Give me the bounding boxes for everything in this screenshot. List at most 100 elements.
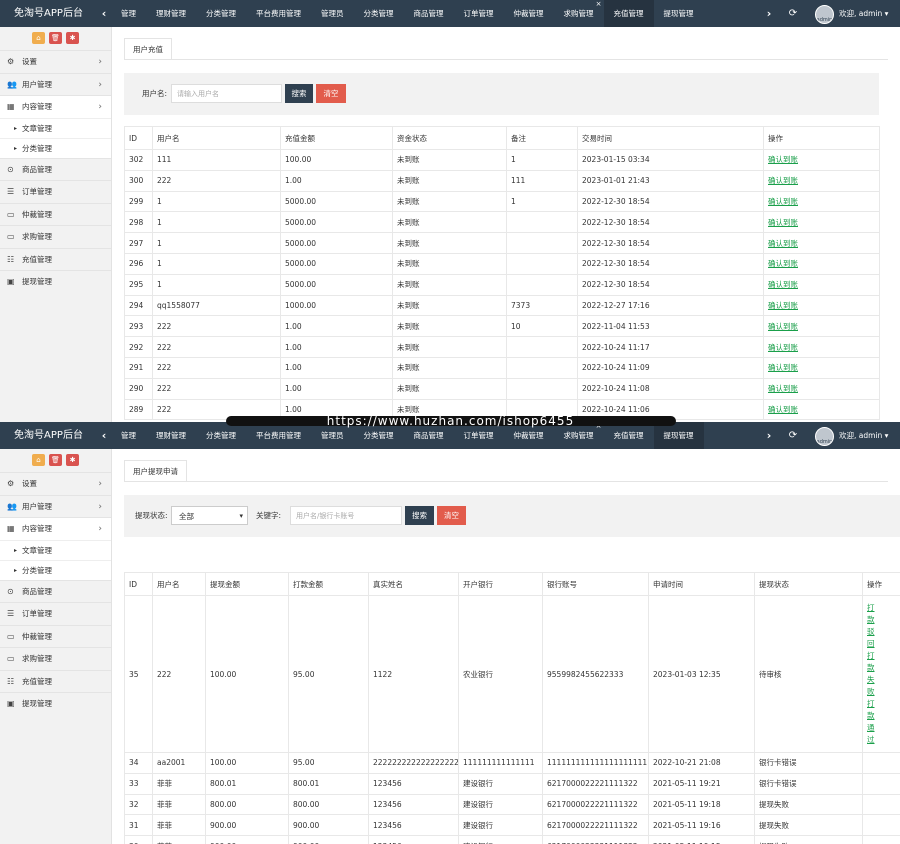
nav-tab-label: 求购管理 xyxy=(563,431,594,440)
confirm-received-link[interactable]: 确认到账 xyxy=(768,155,798,164)
table-cell: 1 xyxy=(152,190,281,213)
sidebar-item[interactable]: 👥 用户管理 › xyxy=(0,494,111,518)
keyword-input[interactable]: 用户名/银行卡账号 xyxy=(290,506,402,525)
sidebar-item[interactable]: ▭ 求购管理 xyxy=(0,225,111,248)
avatar[interactable]: admin xyxy=(815,5,834,24)
table-cell: 6217000022221111322 xyxy=(542,772,649,795)
table-row: 298 1 5000.00 未到账 2022-12-30 18:54 确认到账 xyxy=(124,211,880,234)
nav-tab[interactable]: 管理 xyxy=(111,422,146,449)
table-cell: 2022-10-24 11:08 xyxy=(577,377,764,400)
sidebar-item[interactable]: ☷ 充值管理 xyxy=(0,247,111,271)
sidebar-item[interactable]: ▣ 提现管理 xyxy=(0,692,111,715)
table-cell xyxy=(862,772,900,795)
table-cell: 100.00 xyxy=(280,149,393,171)
confirm-received-link[interactable]: 确认到账 xyxy=(768,301,798,310)
sidebar-item[interactable]: ▣ 提现管理 xyxy=(0,270,111,293)
username-input[interactable]: 请输入用户名 xyxy=(171,84,282,103)
tab-user-withdraw[interactable]: 用户提现申请 xyxy=(124,460,187,482)
sidebar: ⌂ 🗑 ✱ ⚙ 设置 › 👥 用户管理 › ▦ 内容管理 › ▸ 文章管理 ▸ 分类管理 ⊙ 商品管理 ☰ 订单管理… xyxy=(0,449,112,844)
confirm-received-link[interactable]: 确认到账 xyxy=(768,197,798,206)
confirm-received-link[interactable]: 确认到账 xyxy=(768,280,798,289)
tabs-scroll-left-icon[interactable]: ‹ xyxy=(97,422,111,449)
sidebar-item[interactable]: 👥 用户管理 › xyxy=(0,72,111,96)
sidebar-subitem[interactable]: ▸ 文章管理 xyxy=(0,117,111,138)
nav-tab[interactable]: 提现管理 xyxy=(654,0,704,27)
confirm-received-link[interactable]: 确认到账 xyxy=(768,322,798,331)
clear-button[interactable]: 清空 xyxy=(437,506,466,525)
sidebar-item[interactable]: ▭ 仲裁管理 xyxy=(0,624,111,648)
confirm-received-link[interactable]: 确认到账 xyxy=(768,384,798,393)
sidebar-item[interactable]: ☰ 订单管理 xyxy=(0,180,111,203)
table-cell: 2022-12-30 18:54 xyxy=(577,190,764,213)
confirm-received-link[interactable]: 确认到账 xyxy=(768,176,798,185)
table-cell xyxy=(506,232,578,254)
sidebar-item[interactable]: ▦ 内容管理 › xyxy=(0,517,111,540)
tabs-scroll-right-icon[interactable]: › xyxy=(762,0,776,27)
sidebar-item[interactable]: ⊙ 商品管理 xyxy=(0,157,111,181)
sidebar-item[interactable]: ▦ 内容管理 › xyxy=(0,95,111,118)
table-row: 35 222 100.00 95.00 1122 农业银行 9559982455622333… xyxy=(124,595,900,753)
nav-tab[interactable]: 理财管理 xyxy=(146,422,196,449)
confirm-received-link[interactable]: 确认到账 xyxy=(768,405,798,414)
status-select[interactable]: 全部 ▾ xyxy=(171,506,248,525)
nav-tab[interactable]: 仲裁管理 xyxy=(504,0,554,27)
table-cell: 800.00 xyxy=(205,793,289,816)
confirm-received-link[interactable]: 确认到账 xyxy=(768,363,798,372)
confirm-received-link[interactable]: 确认到账 xyxy=(768,259,798,268)
search-button[interactable]: 搜索 xyxy=(405,506,434,525)
refresh-icon[interactable]: ⟳ xyxy=(786,422,800,449)
user-menu[interactable]: 欢迎, admin ▾ xyxy=(839,422,888,449)
confirm-received-link[interactable]: 确认到账 xyxy=(768,239,798,248)
search-button[interactable]: 搜索 xyxy=(285,84,313,103)
table-cell: 5000.00 xyxy=(280,211,393,234)
table-cell: 建设银行 xyxy=(458,835,543,844)
tab-user-recharge[interactable]: 用户充值 xyxy=(124,38,172,60)
home-icon[interactable]: ⌂ xyxy=(32,454,45,466)
sidebar-item[interactable]: ☰ 订单管理 xyxy=(0,602,111,625)
user-menu[interactable]: 欢迎, admin ▾ xyxy=(839,0,888,27)
nav-tab[interactable]: 理财管理 xyxy=(146,0,196,27)
sidebar-item[interactable]: ☷ 充值管理 xyxy=(0,669,111,693)
tabs-scroll-left-icon[interactable]: ‹ xyxy=(97,0,111,27)
settings-icon[interactable]: ✱ xyxy=(66,32,79,44)
sidebar-subitem[interactable]: ▸ 分类管理 xyxy=(0,559,111,580)
home-icon[interactable]: ⌂ xyxy=(32,32,45,44)
sidebar-item[interactable]: ▭ 求购管理 xyxy=(0,647,111,670)
sidebar-subitem-label: 分类管理 xyxy=(22,565,52,575)
sidebar-item[interactable]: ▭ 仲裁管理 xyxy=(0,202,111,226)
table-cell: 确认到账 xyxy=(763,211,880,234)
row-action-links[interactable]: 打款驳回打款失败打款通过 xyxy=(867,602,875,746)
list-icon: ☰ xyxy=(7,187,15,196)
nav-tab-label: 订单管理 xyxy=(463,431,494,440)
nav-tab[interactable]: 平台费用管理 xyxy=(246,0,311,27)
confirm-received-link[interactable]: 确认到账 xyxy=(768,343,798,352)
trash-icon[interactable]: 🗑 xyxy=(49,454,62,466)
sidebar-item[interactable]: ⚙ 设置 › xyxy=(0,472,111,495)
table-cell: 未到账 xyxy=(392,149,507,171)
nav-tab[interactable]: 商品管理 xyxy=(404,0,454,27)
trash-icon[interactable]: 🗑 xyxy=(49,32,62,44)
sidebar-item[interactable]: ⚙ 设置 › xyxy=(0,50,111,73)
table-row: 299 1 5000.00 未到账 1 2022-12-30 18:54 确认到账 xyxy=(124,190,880,213)
refresh-icon[interactable]: ⟳ xyxy=(786,0,800,27)
nav-tab[interactable]: 分类管理 xyxy=(196,0,246,27)
nav-tab[interactable]: 管理员 xyxy=(311,0,354,27)
nav-tab[interactable]: 管理 xyxy=(111,0,146,27)
nav-tab[interactable]: 求购管理 × xyxy=(554,0,604,27)
settings-icon[interactable]: ✱ xyxy=(66,454,79,466)
quick-actions: ⌂ 🗑 ✱ xyxy=(0,27,111,50)
sidebar-subitem[interactable]: ▸ 分类管理 xyxy=(0,137,111,158)
table-row: 297 1 5000.00 未到账 2022-12-30 18:54 确认到账 xyxy=(124,232,880,254)
nav-tab[interactable]: 订单管理 xyxy=(454,0,504,27)
table-cell: 294 xyxy=(124,294,153,317)
nav-tab[interactable]: 充值管理 xyxy=(603,0,654,27)
confirm-received-link[interactable]: 确认到账 xyxy=(768,218,798,227)
sidebar-item[interactable]: ⊙ 商品管理 xyxy=(0,579,111,603)
tabs-scroll-right-icon[interactable]: › xyxy=(762,422,776,449)
clear-button[interactable]: 清空 xyxy=(316,84,346,103)
table-row: 31 菲菲 900.00 900.00 123456 建设银行 62170000222211… xyxy=(124,814,900,837)
close-icon[interactable]: × xyxy=(596,0,602,18)
sidebar-subitem[interactable]: ▸ 文章管理 xyxy=(0,539,111,560)
nav-tab[interactable]: 分类管理 xyxy=(354,0,404,27)
avatar[interactable]: admin xyxy=(815,427,834,446)
